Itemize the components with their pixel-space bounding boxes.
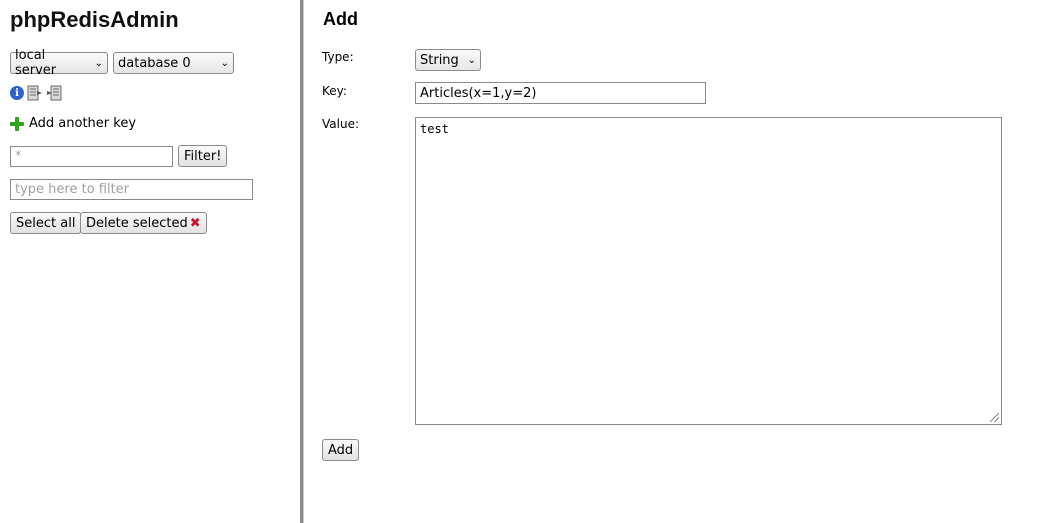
- type-select-value: String: [420, 52, 459, 68]
- pattern-input[interactable]: [10, 146, 173, 167]
- frame-divider[interactable]: [300, 0, 304, 523]
- type-label: Type:: [322, 50, 354, 64]
- value-textarea[interactable]: test: [415, 117, 1002, 425]
- add-key-form: Add Type: String ⌄ Key: Value: test Add: [322, 0, 1039, 523]
- server-select[interactable]: local server ⌄: [10, 48, 108, 78]
- value-label: Value:: [322, 117, 359, 131]
- import-icon[interactable]: [46, 85, 62, 101]
- server-select-value: local server: [15, 48, 57, 78]
- form-title: Add: [323, 9, 358, 29]
- select-all-button[interactable]: Select all: [10, 212, 82, 234]
- key-label: Key:: [322, 84, 347, 98]
- delete-selected-button[interactable]: Delete selected ✖: [80, 212, 207, 234]
- chevron-down-icon: ⌄: [220, 57, 229, 69]
- plus-icon: [10, 116, 24, 131]
- toolbar-icons: i: [10, 85, 62, 101]
- delete-selected-label: Delete selected: [86, 215, 188, 231]
- value-text: test: [420, 122, 449, 136]
- export-icon[interactable]: [27, 85, 43, 101]
- key-input[interactable]: [415, 82, 706, 104]
- database-select[interactable]: database 0 ⌄: [113, 52, 234, 74]
- add-another-key-label: Add another key: [29, 116, 137, 131]
- sidebar: phpRedisAdmin local server ⌄ database 0 …: [0, 0, 300, 523]
- info-icon[interactable]: i: [10, 86, 24, 100]
- chevron-down-icon: ⌄: [467, 54, 476, 66]
- quick-filter-input[interactable]: [10, 179, 253, 200]
- type-select[interactable]: String ⌄: [415, 49, 481, 71]
- database-select-value: database 0: [118, 55, 191, 71]
- x-icon: ✖: [189, 215, 201, 231]
- resize-grip-icon[interactable]: [990, 413, 999, 422]
- add-button[interactable]: Add: [322, 439, 360, 461]
- chevron-down-icon: ⌄: [94, 57, 103, 69]
- app-title[interactable]: phpRedisAdmin: [10, 7, 179, 33]
- filter-button[interactable]: Filter!: [178, 145, 228, 167]
- add-another-key-link[interactable]: Add another key: [10, 116, 136, 131]
